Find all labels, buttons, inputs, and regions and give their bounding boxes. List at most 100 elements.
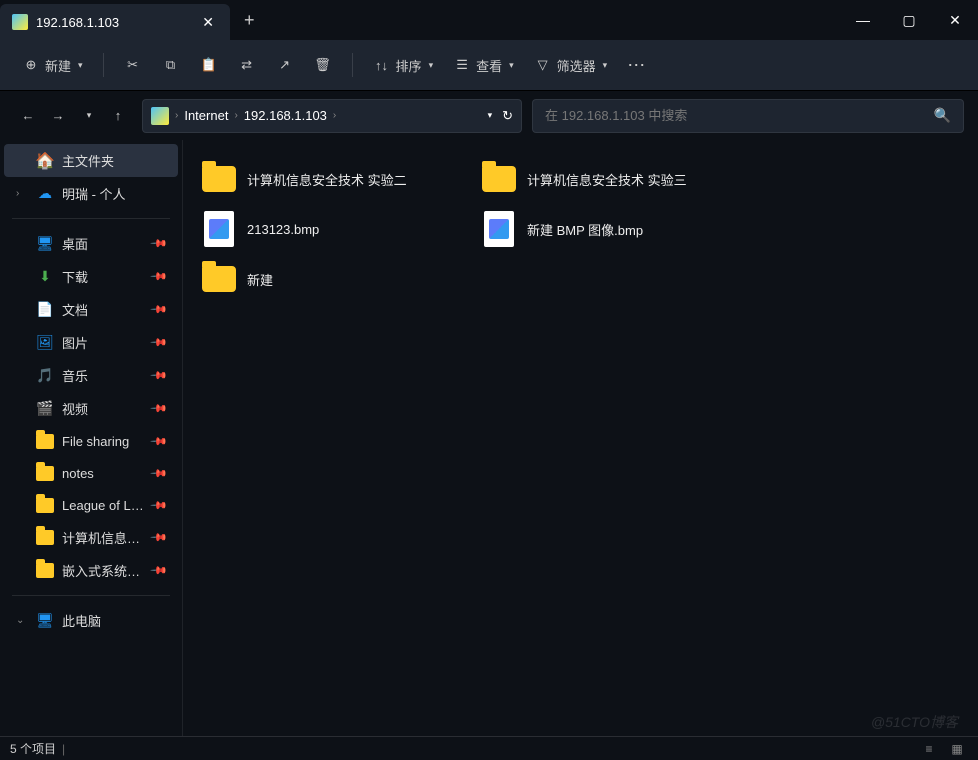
folder-icon	[481, 161, 517, 197]
folder-icon	[36, 562, 54, 580]
pin-icon: 📌	[150, 300, 169, 319]
refresh-button[interactable]: ↻	[502, 108, 513, 124]
new-button[interactable]: ⊕ 新建 ▾	[14, 50, 91, 81]
tab-title: 192.168.1.103	[36, 15, 119, 30]
sidebar-item[interactable]: File sharing📌	[4, 425, 178, 457]
toolbar: ⊕ 新建 ▾ ✂ ⧉ 📋 ⇄ ↗ 🗑 ↑↓ 排序 ▾ ☰ 查看 ▾ ▽ 筛选器 …	[0, 40, 978, 90]
breadcrumb-segment[interactable]: 192.168.1.103	[244, 108, 327, 123]
sidebar-item-label: 嵌入式系统应用	[62, 561, 144, 580]
view-label: 查看	[476, 56, 502, 75]
bmp-file-icon	[481, 211, 517, 247]
more-button[interactable]: ⋯	[619, 49, 655, 82]
folder-icon	[36, 464, 54, 482]
maximize-button[interactable]: ▢	[886, 0, 932, 40]
up-button[interactable]: ↑	[104, 102, 132, 130]
file-name: 计算机信息安全技术 实验三	[527, 170, 687, 189]
back-button[interactable]: ←	[14, 102, 42, 130]
close-button[interactable]: ✕	[932, 0, 978, 40]
file-item[interactable]: 计算机信息安全技术 实验二	[191, 156, 471, 202]
sidebar-item[interactable]: 嵌入式系统应用 📌	[4, 554, 178, 587]
sidebar: 🏠 主文件夹 › ☁ 明瑞 - 个人 🖥桌面📌⬇下载📌📄文档📌🖼图片📌🎵音乐📌🎬…	[0, 140, 182, 736]
icons-view-button[interactable]: ▦	[946, 740, 968, 758]
pin-icon: 📌	[150, 496, 169, 515]
sidebar-item[interactable]: 📄文档📌	[4, 293, 178, 326]
chevron-right-icon: ›	[175, 110, 178, 121]
pin-icon: 📌	[150, 366, 169, 385]
filter-icon: ▽	[534, 56, 552, 74]
sidebar-item[interactable]: 🎬视频📌	[4, 392, 178, 425]
file-item[interactable]: 新建 BMP 图像.bmp	[471, 206, 751, 252]
sidebar-separator	[12, 218, 170, 219]
sidebar-item-label: 主文件夹	[62, 151, 166, 170]
forward-button[interactable]: →	[44, 102, 72, 130]
rename-icon: ⇄	[238, 56, 256, 74]
pin-icon: 📌	[150, 267, 169, 286]
sidebar-home[interactable]: 🏠 主文件夹	[4, 144, 178, 177]
file-grid[interactable]: 计算机信息安全技术 实验二 计算机信息安全技术 实验三 213123.bmp 新建 B…	[182, 140, 978, 736]
file-name: 新建	[247, 270, 273, 289]
pin-icon: 📌	[150, 561, 169, 580]
sidebar-item-label: File sharing	[62, 434, 144, 449]
sidebar-item[interactable]: notes📌	[4, 457, 178, 489]
recent-button[interactable]: ▾	[74, 102, 102, 130]
address-bar[interactable]: › Internet › 192.168.1.103 › ▾ ↻	[142, 99, 522, 133]
details-view-button[interactable]: ≡	[918, 740, 940, 758]
expand-icon[interactable]: ›	[16, 188, 28, 199]
new-tab-button[interactable]: +	[230, 10, 269, 31]
sidebar-item[interactable]: League of Leg📌	[4, 489, 178, 521]
document-icon: 📄	[36, 301, 54, 319]
desktop-icon: 🖥	[36, 235, 54, 253]
sidebar-this-pc[interactable]: ⌄ 🖥 此电脑	[4, 604, 178, 637]
search-icon[interactable]: 🔍	[934, 107, 951, 124]
bmp-file-icon	[201, 211, 237, 247]
chevron-down-icon[interactable]: ⌄	[16, 615, 28, 626]
breadcrumb-segment[interactable]: Internet	[184, 108, 228, 123]
video-icon: 🎬	[36, 400, 54, 418]
delete-button[interactable]: 🗑	[306, 50, 340, 80]
filter-label: 筛选器	[557, 56, 596, 75]
search-box[interactable]: 🔍	[532, 99, 964, 133]
window-tab[interactable]: 192.168.1.103 ✕	[0, 4, 230, 40]
sort-button[interactable]: ↑↓ 排序 ▾	[365, 50, 442, 81]
chevron-right-icon: ›	[333, 110, 336, 121]
view-button[interactable]: ☰ 查看 ▾	[445, 50, 522, 81]
search-input[interactable]	[545, 108, 934, 123]
share-button[interactable]: ↗	[268, 50, 302, 80]
paste-icon: 📋	[200, 56, 218, 74]
file-item[interactable]: 213123.bmp	[191, 206, 471, 252]
sidebar-item-label: 计算机信息安全	[62, 528, 144, 547]
status-bar: 5 个项目 | ≡ ▦	[0, 736, 978, 760]
music-icon: 🎵	[36, 367, 54, 385]
pin-icon: 📌	[150, 464, 169, 483]
cut-button[interactable]: ✂	[116, 50, 150, 80]
home-icon: 🏠	[36, 152, 54, 170]
tab-close-icon[interactable]: ✕	[198, 14, 218, 31]
trash-icon: 🗑	[314, 56, 332, 74]
titlebar: 192.168.1.103 ✕ + — ▢ ✕	[0, 0, 978, 40]
filter-button[interactable]: ▽ 筛选器 ▾	[526, 50, 616, 81]
file-item[interactable]: 新建	[191, 256, 471, 302]
sidebar-item[interactable]: ⬇下载📌	[4, 260, 178, 293]
nav-arrows: ← → ▾ ↑	[14, 102, 132, 130]
separator	[103, 53, 104, 77]
sidebar-item[interactable]: 🖼图片📌	[4, 326, 178, 359]
sidebar-item-label: 明瑞 - 个人	[62, 184, 166, 203]
pin-icon: 📌	[150, 333, 169, 352]
sidebar-onedrive[interactable]: › ☁ 明瑞 - 个人	[4, 177, 178, 210]
file-item[interactable]: 计算机信息安全技术 实验三	[471, 156, 751, 202]
folder-icon	[36, 529, 54, 547]
sidebar-item[interactable]: 🖥桌面📌	[4, 227, 178, 260]
rename-button[interactable]: ⇄	[230, 50, 264, 80]
sidebar-item[interactable]: 🎵音乐📌	[4, 359, 178, 392]
copy-button[interactable]: ⧉	[154, 50, 188, 80]
file-name: 213123.bmp	[247, 222, 319, 237]
paste-button[interactable]: 📋	[192, 50, 226, 80]
sidebar-item[interactable]: 计算机信息安全📌	[4, 521, 178, 554]
file-name: 计算机信息安全技术 实验二	[247, 170, 407, 189]
minimize-button[interactable]: —	[840, 0, 886, 40]
address-dropdown-icon[interactable]: ▾	[488, 110, 493, 121]
folder-icon	[36, 432, 54, 450]
cut-icon: ✂	[124, 56, 142, 74]
pin-icon: 📌	[150, 399, 169, 418]
view-icon: ☰	[453, 56, 471, 74]
